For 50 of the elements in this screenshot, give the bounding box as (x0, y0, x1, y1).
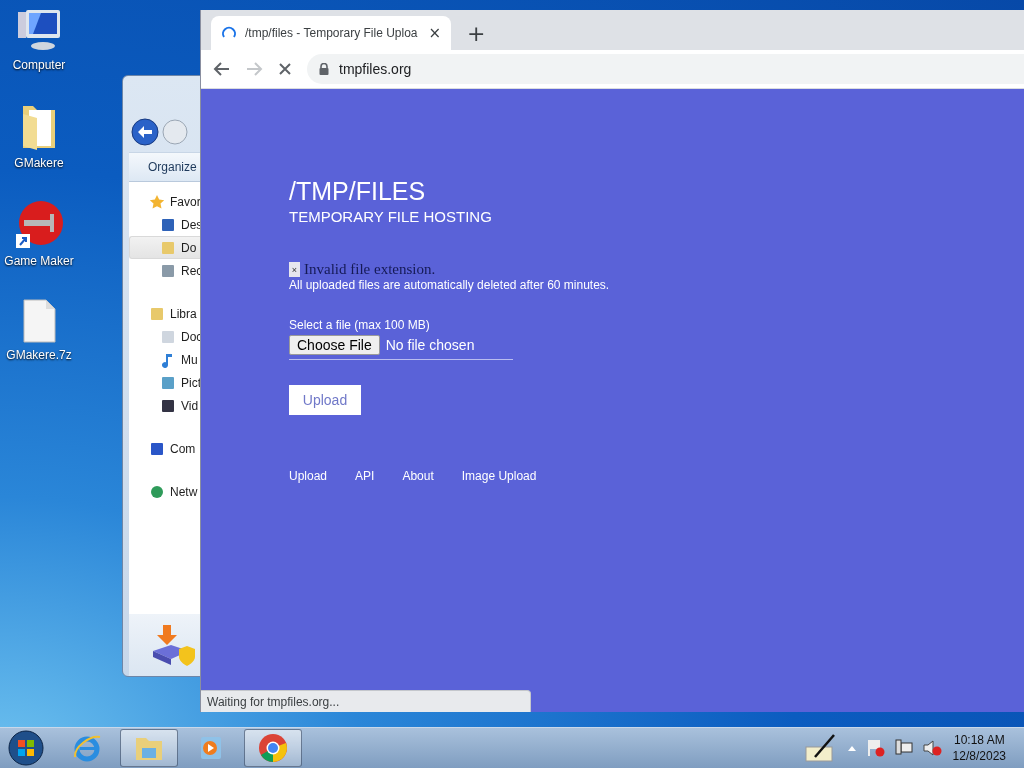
footer-link[interactable]: Upload (289, 469, 328, 483)
error-message: Invalid file extension. (304, 261, 436, 278)
chrome-icon (258, 733, 288, 763)
back-icon[interactable] (131, 118, 159, 146)
app-shortcut-icon (14, 200, 64, 250)
back-icon[interactable] (213, 60, 231, 78)
browser-tab[interactable]: /tmp/files - Temporary File Uploa × (211, 16, 451, 50)
site-subtitle: TEMPORARY FILE HOSTING (289, 208, 492, 225)
speaker-muted-icon[interactable] (922, 739, 943, 757)
desktop-icon-label[interactable]: GMakere (14, 156, 64, 170)
browser-e-icon (72, 733, 102, 763)
footer-link[interactable]: API (355, 469, 375, 483)
pen-tablet-icon[interactable] (804, 733, 837, 763)
clock[interactable]: 10:18 AM 12/8/2023 (952, 732, 1006, 764)
notice-text: All uploaded files are automatically deleted after 60 minutes. (289, 278, 610, 292)
desktop-icon-label[interactable]: Game Maker (4, 254, 74, 268)
flag-error-icon[interactable] (866, 739, 885, 757)
choose-file-button[interactable]: Choose File (289, 335, 380, 355)
network-icon[interactable] (894, 739, 913, 757)
play-icon (198, 735, 224, 761)
taskbar-button[interactable] (244, 729, 302, 767)
new-tab-button[interactable]: + (461, 20, 492, 46)
start-button[interactable] (8, 730, 44, 766)
caret-icon[interactable] (846, 744, 857, 752)
file-status: No file chosen (385, 337, 475, 353)
nav-item[interactable]: Do (129, 236, 203, 259)
desktop-icon-label[interactable]: Computer (12, 58, 66, 72)
footer-link[interactable]: Image Upload (461, 469, 537, 483)
star-icon (149, 193, 165, 210)
lock-icon (319, 63, 329, 75)
stop-icon[interactable] (277, 61, 293, 77)
close-tab-button[interactable]: × (428, 24, 441, 42)
upload-button[interactable]: Upload (289, 385, 361, 415)
nav-item[interactable]: Libra (129, 302, 203, 325)
nav-item[interactable]: Pict (129, 371, 203, 394)
footer-link[interactable]: About (402, 469, 434, 483)
dismiss-error-button[interactable]: × (289, 262, 300, 277)
taskbar-button[interactable] (120, 729, 178, 767)
nav-item[interactable]: Netw (129, 480, 203, 503)
desktop-icon-label[interactable]: GMakere.7z (6, 348, 72, 362)
site-title: /TMP/FILES (289, 177, 426, 206)
file-icon (21, 298, 57, 344)
nav-item[interactable]: Favor (129, 190, 203, 213)
nav-item[interactable]: Vid (129, 394, 203, 417)
file-field-label: Select a file (max 100 MB) (289, 318, 430, 332)
nav-item[interactable]: Com (129, 437, 203, 460)
nav-item[interactable]: Mu (129, 348, 203, 371)
tab-title: /tmp/files - Temporary File Uploa (245, 26, 419, 40)
status-bubble: Waiting for tmpfiles.org... (201, 690, 531, 712)
address-bar[interactable]: tmpfiles.org (307, 54, 1024, 84)
